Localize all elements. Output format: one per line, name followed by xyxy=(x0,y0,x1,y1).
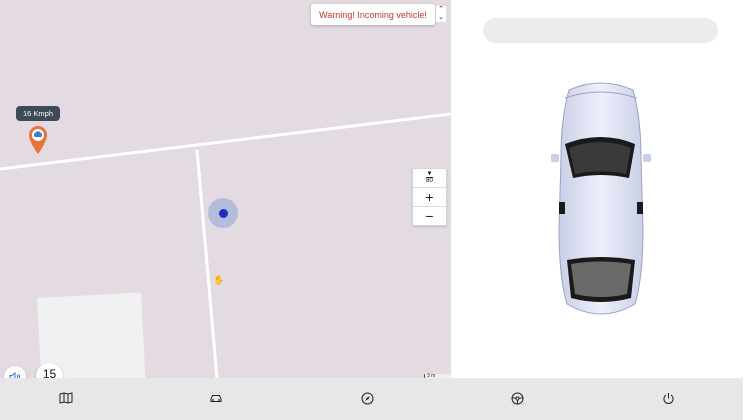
power-icon xyxy=(662,392,674,404)
current-location-dot xyxy=(219,209,228,218)
bottom-navigation xyxy=(0,378,743,420)
nav-car-button[interactable] xyxy=(208,390,224,406)
vehicle-panel xyxy=(451,0,751,378)
fullscreen-icon[interactable]: ⌃ ⌄ xyxy=(436,6,446,22)
nav-steering-button[interactable] xyxy=(509,390,525,406)
map-view[interactable]: Warning! Incoming vehicle! ⌃ ⌄ 16 Kmph ▼ … xyxy=(0,0,451,378)
zoom-out-button[interactable]: − xyxy=(413,207,446,225)
zoom-control: ▼ 80 + − xyxy=(412,168,447,226)
edge-strip xyxy=(743,378,751,420)
warning-text: Warning! Incoming vehicle! xyxy=(319,9,427,20)
vehicle-marker-icon[interactable] xyxy=(28,125,48,160)
zoom-in-button[interactable]: + xyxy=(413,188,446,207)
compass-reset-button[interactable]: ▼ 80 xyxy=(413,169,446,188)
hand-cursor-icon: ✋ xyxy=(213,275,225,285)
status-bar-placeholder xyxy=(483,18,718,43)
nav-map-button[interactable] xyxy=(58,390,74,406)
compass-icon xyxy=(361,392,373,404)
map-icon xyxy=(59,392,73,404)
compass-degree: 80 xyxy=(426,177,433,184)
vehicle-speed-label: 16 Kmph xyxy=(16,106,60,121)
car-icon xyxy=(210,395,222,402)
warning-banner: Warning! Incoming vehicle! xyxy=(311,4,435,25)
steering-wheel-icon xyxy=(511,392,523,404)
nav-compass-button[interactable] xyxy=(359,390,375,406)
car-top-view-icon xyxy=(551,82,651,315)
vehicle-speed-text: 16 Kmph xyxy=(22,109,54,118)
nav-power-button[interactable] xyxy=(660,390,676,406)
